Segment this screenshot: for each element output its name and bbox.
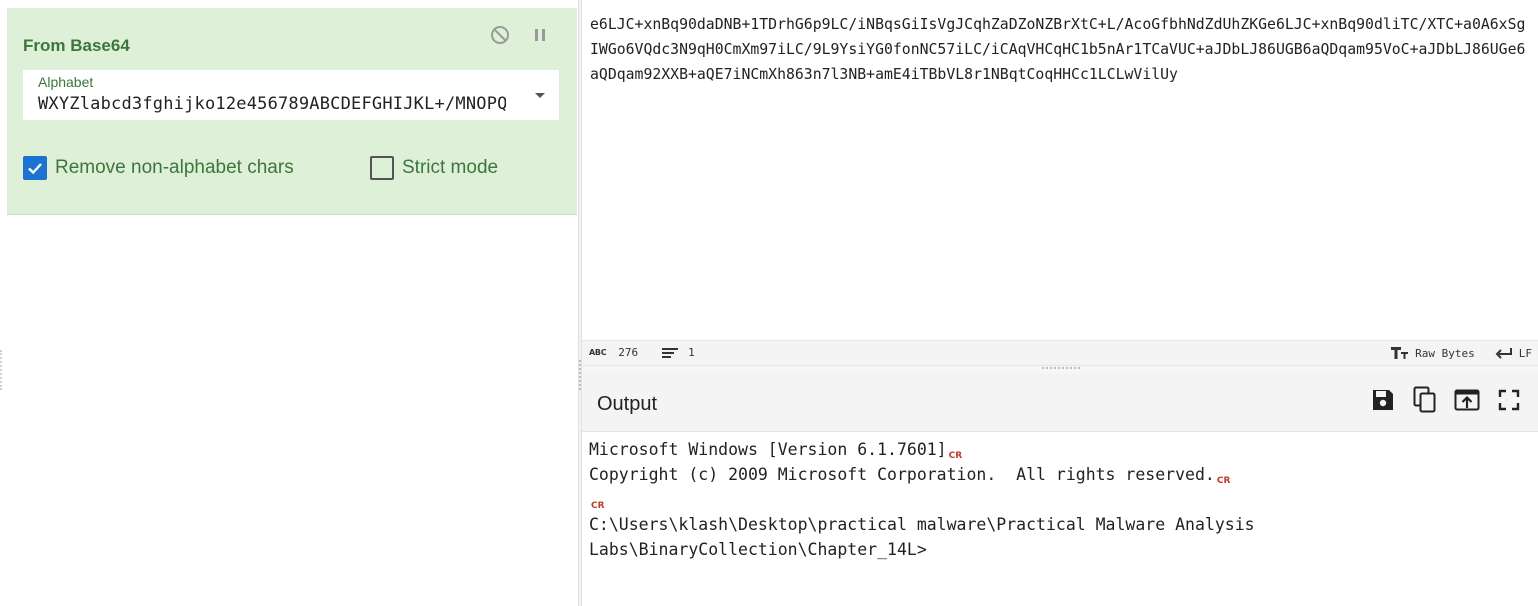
char-count: ABC 276 <box>589 346 638 359</box>
line-count: 1 <box>662 346 695 359</box>
cr-marker: CR <box>948 451 963 461</box>
strict-mode-option[interactable]: Strict mode <box>370 156 498 180</box>
abc-icon: ABC <box>589 348 607 357</box>
char-count-value: 276 <box>618 346 639 359</box>
remove-non-alphabet-checkbox[interactable] <box>23 156 47 180</box>
output-toolbar <box>1370 386 1522 414</box>
eol-selector[interactable]: LF <box>1495 347 1532 360</box>
input-panel[interactable]: e6LJC+xnBq90daDNB+1TDrhG6p9LC/iNBqsGiIsV… <box>582 0 1538 340</box>
operation-controls <box>489 24 551 46</box>
io-divider-grip[interactable] <box>1042 367 1080 371</box>
alphabet-label: Alphabet <box>38 74 94 90</box>
move-to-input-icon[interactable] <box>1454 386 1480 414</box>
output-line: Copyright (c) 2009 Microsoft Corporation… <box>589 462 1529 487</box>
strict-mode-label: Strict mode <box>402 157 499 178</box>
copy-icon[interactable] <box>1412 386 1438 414</box>
maximize-icon[interactable] <box>1496 386 1522 414</box>
input-stats: ABC 276 1 <box>589 346 695 359</box>
encoding-selector[interactable]: Raw Bytes <box>1391 346 1475 360</box>
chevron-down-icon[interactable] <box>533 88 547 102</box>
output-line: C:\Users\klash\Desktop\practical malware… <box>589 512 1529 537</box>
checkmark-icon <box>28 163 42 175</box>
input-status-bar: ABC 276 1 Raw Bytes LF <box>582 340 1538 366</box>
cr-marker: CR <box>591 501 605 511</box>
output-line-text: Copyright (c) 2009 Microsoft Corporation… <box>589 465 1215 484</box>
encoding-label[interactable]: Raw Bytes <box>1415 347 1475 360</box>
save-icon[interactable] <box>1370 386 1396 414</box>
lines-icon <box>662 347 679 358</box>
output-textarea[interactable]: Microsoft Windows [Version 6.1.7601] CR Co… <box>589 437 1529 562</box>
operation-title: From Base64 <box>23 36 130 55</box>
line-count-value: 1 <box>688 346 695 359</box>
remove-non-alphabet-option[interactable]: Remove non-alphabet chars <box>23 156 294 180</box>
recipe-pane: From Base64 Alphabet WXYZlabcd3fghijko12… <box>0 0 578 606</box>
output-header: Output <box>582 372 1538 432</box>
output-line-text: Labs\BinaryCollection\Chapter_14L> <box>589 540 927 559</box>
output-line-text: Microsoft Windows [Version 6.1.7601] <box>589 440 947 459</box>
recipe-operation-from-base64: From Base64 Alphabet WXYZlabcd3fghijko12… <box>7 8 577 215</box>
alphabet-select[interactable]: Alphabet WXYZlabcd3fghijko12e456789ABCDE… <box>23 70 559 120</box>
eol-label[interactable]: LF <box>1519 347 1532 360</box>
strict-mode-checkbox[interactable] <box>370 156 394 180</box>
cr-marker: CR <box>1216 476 1231 486</box>
text-size-icon <box>1391 347 1409 359</box>
remove-non-alphabet-label: Remove non-alphabet chars <box>55 157 294 178</box>
input-format-controls: Raw Bytes LF <box>1391 346 1532 360</box>
return-arrow-icon <box>1495 348 1512 359</box>
output-title: Output <box>597 393 658 415</box>
output-line: Microsoft Windows [Version 6.1.7601] CR <box>589 437 1529 462</box>
output-line-text: C:\Users\klash\Desktop\practical malware… <box>589 515 1255 534</box>
disable-icon[interactable] <box>489 24 511 46</box>
left-resize-handle[interactable] <box>0 350 6 390</box>
cyberchef-window: From Base64 Alphabet WXYZlabcd3fghijko12… <box>0 0 1538 606</box>
input-textarea[interactable]: e6LJC+xnBq90daDNB+1TDrhG6p9LC/iNBqsGiIsV… <box>590 12 1530 87</box>
output-line: Labs\BinaryCollection\Chapter_14L> <box>589 537 1529 562</box>
output-line: CR <box>589 487 1529 512</box>
output-panel[interactable]: Microsoft Windows [Version 6.1.7601] CR Co… <box>582 432 1538 606</box>
pause-icon[interactable] <box>529 24 551 46</box>
alphabet-value[interactable]: WXYZlabcd3fghijko12e456789ABCDEFGHIJKL+/… <box>38 94 506 114</box>
